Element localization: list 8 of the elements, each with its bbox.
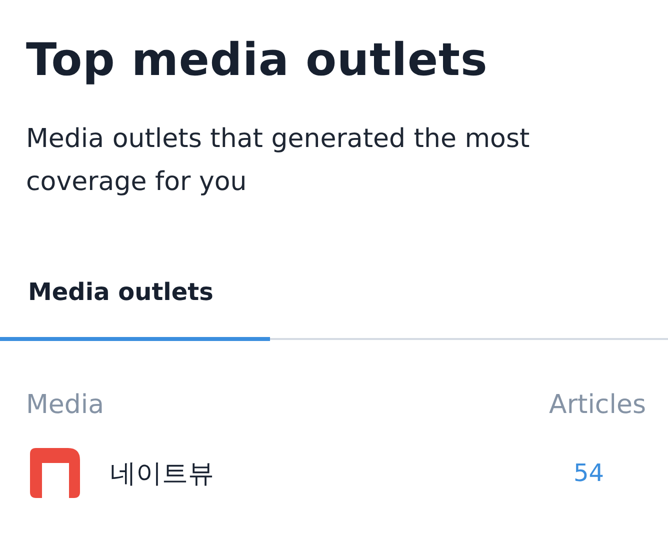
column-header: Media [26,390,104,420]
tab[interactable]: Media outlets [0,274,270,341]
card-description: Media outlets that generated the most coverage for you [26,123,531,199]
card-title: Top media outlets [25,32,489,88]
logo-icon [30,448,80,498]
article-count: 54 [573,459,604,487]
column-header: Articles [549,390,646,420]
media-name: 네이트뷰 [110,458,215,490]
